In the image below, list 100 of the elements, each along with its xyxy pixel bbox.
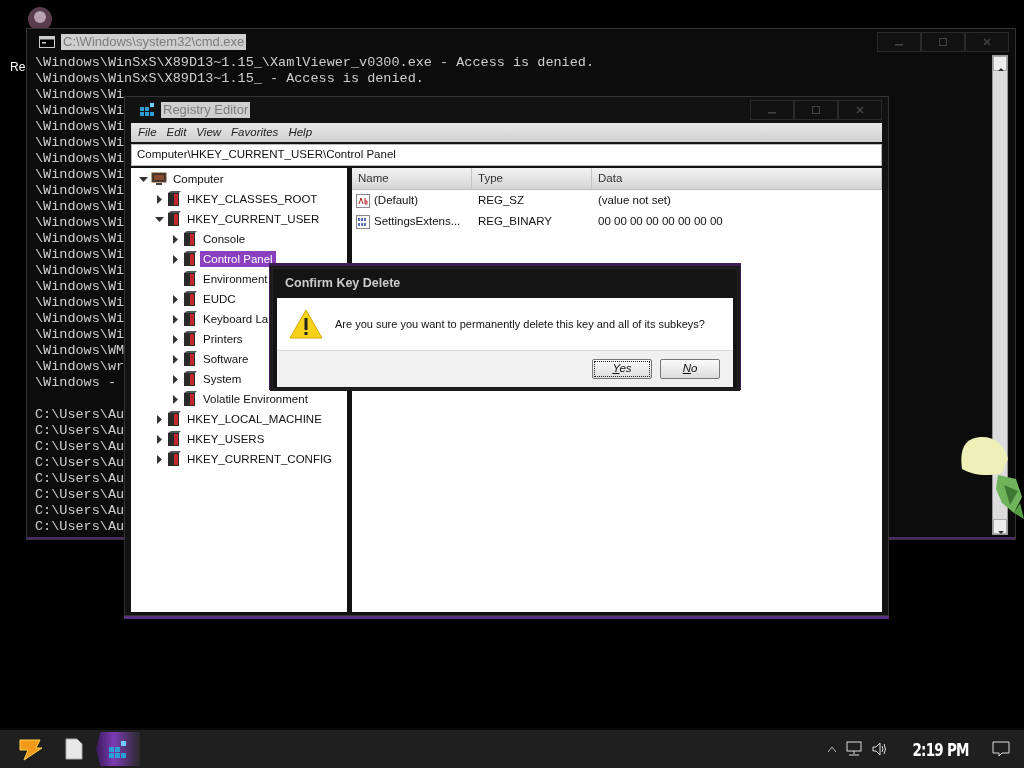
- console-line: C:\Users\Au: [35, 455, 125, 471]
- column-header[interactable]: Type: [472, 168, 592, 189]
- console-line: \Windows\Wi: [35, 87, 125, 103]
- folder-icon: [167, 411, 181, 427]
- menu-item[interactable]: Favorites: [226, 123, 284, 142]
- tree-item[interactable]: HKEY_CURRENT_USER: [184, 211, 323, 227]
- menu-item[interactable]: View: [191, 123, 227, 142]
- tree-item[interactable]: Computer: [170, 171, 227, 187]
- tree-item[interactable]: HKEY_USERS: [184, 431, 268, 447]
- caret-right-icon[interactable]: [171, 254, 180, 264]
- console-line: \Windows\Wi: [35, 103, 125, 119]
- string-value-icon: [356, 193, 370, 208]
- caret-right-icon[interactable]: [171, 294, 180, 304]
- column-header[interactable]: Data: [592, 168, 882, 189]
- tree-item[interactable]: HKEY_CLASSES_ROOT: [184, 191, 321, 207]
- folder-icon: [183, 351, 197, 367]
- menu-item[interactable]: Edit: [161, 123, 192, 142]
- caret-right-icon[interactable]: [155, 414, 164, 424]
- console-line: \Windows\Wi: [35, 311, 125, 327]
- console-icon: [39, 36, 55, 48]
- folder-icon: [183, 271, 197, 287]
- tree-item[interactable]: EUDC: [200, 291, 239, 307]
- console-line: \Windows -: [35, 375, 117, 391]
- caret-right-icon[interactable]: [155, 454, 164, 464]
- binary-value-icon: [356, 214, 370, 229]
- registry-icon: [139, 102, 155, 118]
- notification-icon[interactable]: [992, 741, 1010, 757]
- icon-label[interactable]: Re: [10, 58, 26, 76]
- tree-item[interactable]: Console: [200, 231, 249, 247]
- yes-button[interactable]: Yes: [592, 359, 652, 379]
- clock[interactable]: 2:19 PM: [912, 735, 969, 763]
- console-line: \Windows\Wi: [35, 279, 125, 295]
- console-line: \Windows\WinSxS\X89D13~1.15_ - Access is denied.: [35, 71, 424, 87]
- dialog-message: Are you sure you want to permanently delete this key and all of its subkeys?: [335, 316, 705, 332]
- console-line: \Windows\Wi: [35, 231, 125, 247]
- console-line: \Windows\Wi: [35, 135, 125, 151]
- console-line: \Windows\Wi: [35, 295, 125, 311]
- value-name[interactable]: SettingsExtens...: [374, 212, 461, 231]
- console-line: \Windows\wr: [35, 359, 125, 375]
- window-title: Registry Editor: [161, 102, 251, 118]
- menu-item[interactable]: File: [133, 123, 162, 142]
- console-line: \Windows\Wi: [35, 215, 125, 231]
- caret-right-icon[interactable]: [171, 374, 180, 384]
- tree-item[interactable]: Printers: [200, 331, 246, 347]
- caret-down-icon[interactable]: [139, 174, 148, 184]
- caret-right-icon[interactable]: [171, 334, 180, 344]
- warning-icon: [289, 309, 323, 339]
- folder-icon: [167, 431, 181, 447]
- console-line: \Windows\Wi: [35, 199, 125, 215]
- folder-icon: [183, 331, 197, 347]
- console-line: C:\Users\Au: [35, 519, 125, 535]
- window-title: C:\Windows\system32\cmd.exe: [61, 34, 247, 50]
- caret-right-icon[interactable]: [171, 314, 180, 324]
- value-type: REG_BINARY: [477, 213, 553, 229]
- caret-up-icon[interactable]: [826, 745, 837, 753]
- tree-item[interactable]: Volatile Environment: [200, 391, 311, 407]
- console-line: \Windows\Wi: [35, 151, 125, 167]
- document-icon[interactable]: [65, 738, 83, 760]
- column-header[interactable]: Name: [352, 168, 472, 189]
- tree-item[interactable]: HKEY_CURRENT_CONFIG: [184, 451, 336, 467]
- tree-item[interactable]: Control Panel: [200, 251, 276, 267]
- console-line: \Windows\Wi: [35, 263, 125, 279]
- console-line: C:\Users\Au: [35, 407, 125, 423]
- folder-icon: [183, 231, 197, 247]
- console-line: \Windows\Wi: [35, 327, 125, 343]
- folder-icon: [183, 311, 197, 327]
- volume-icon[interactable]: [870, 741, 889, 757]
- caret-right-icon[interactable]: [155, 194, 164, 204]
- caret-right-icon[interactable]: [155, 434, 164, 444]
- menu-item[interactable]: Help: [283, 123, 318, 142]
- scroll-up-button[interactable]: [993, 56, 1007, 71]
- taskbar-button[interactable]: [96, 732, 140, 766]
- registry-icon[interactable]: [107, 739, 129, 759]
- network-icon[interactable]: [844, 741, 863, 757]
- computer-icon: [151, 172, 167, 186]
- console-line: C:\Users\Au: [35, 423, 125, 439]
- start-icon[interactable]: [16, 736, 44, 762]
- console-line: \Windows\WM: [35, 343, 125, 359]
- value-data: 00 00 00 00 00 00 00 00: [597, 213, 724, 229]
- address-bar[interactable]: Computer\HKEY_CURRENT_USER\Control Panel: [131, 144, 882, 166]
- value-type: REG_SZ: [477, 192, 525, 208]
- scrollbar[interactable]: [992, 55, 1008, 535]
- folder-icon: [167, 451, 181, 467]
- caret-right-icon[interactable]: [171, 354, 180, 364]
- tree-item[interactable]: HKEY_LOCAL_MACHINE: [184, 411, 325, 427]
- console-line: \Windows\Wi: [35, 183, 125, 199]
- tree-item[interactable]: Environment: [200, 271, 271, 287]
- value-name[interactable]: (Default): [374, 191, 419, 210]
- tree-item[interactable]: Software: [200, 351, 252, 367]
- caret-right-icon[interactable]: [171, 234, 180, 244]
- scroll-down-button[interactable]: [993, 519, 1007, 534]
- caret-down-icon[interactable]: [155, 214, 164, 224]
- tree-item[interactable]: Keyboard La: [200, 311, 272, 327]
- tree-item[interactable]: System: [200, 371, 245, 387]
- console-line: C:\Users\Au: [35, 471, 125, 487]
- folder-icon: [183, 251, 197, 267]
- value-data: (value not set): [597, 192, 672, 208]
- folder-icon: [183, 371, 197, 387]
- no-button[interactable]: No: [660, 359, 720, 379]
- caret-right-icon[interactable]: [171, 394, 180, 404]
